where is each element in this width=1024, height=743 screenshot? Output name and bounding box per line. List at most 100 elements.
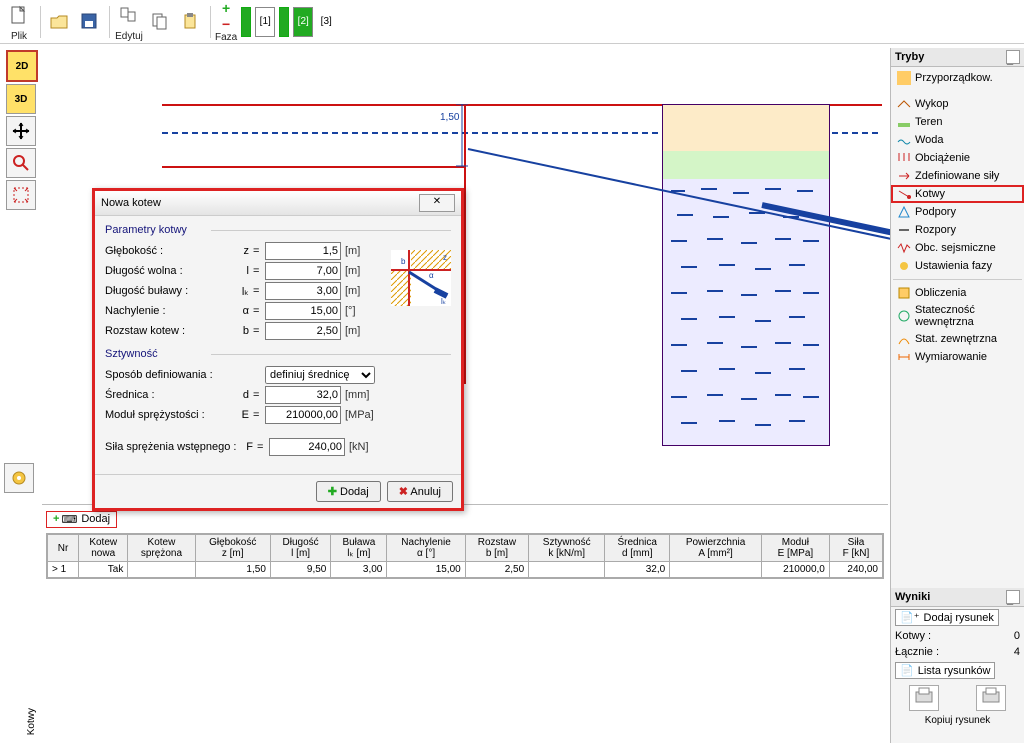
phase-1[interactable]: [1]: [255, 7, 275, 37]
dialog-add-button[interactable]: ✚ Dodaj: [316, 481, 381, 502]
print-button-1[interactable]: [909, 685, 939, 711]
mode-external[interactable]: Stat. zewnętrzna: [891, 330, 1024, 348]
zoom-tool[interactable]: [6, 148, 36, 178]
phase-marker-2: [279, 7, 289, 37]
dialog-cancel-button[interactable]: ✖ Anuluj: [387, 481, 453, 502]
open-button[interactable]: [45, 7, 75, 37]
pre-label: Siła sprężenia wstępnego :: [105, 441, 245, 453]
col-header: PowierzchniaA [mm²]: [670, 535, 762, 562]
mod-input[interactable]: [265, 406, 341, 424]
edit-menu[interactable]: [114, 1, 144, 31]
col-header: Nachylenieα [°]: [387, 535, 465, 562]
view-tools: 2D 3D: [4, 48, 38, 212]
mode-internal[interactable]: Stateczność wewnętrzna: [891, 302, 1024, 330]
col-header: ModułE [MPa]: [761, 535, 829, 562]
fit-tool[interactable]: [6, 180, 36, 210]
bottom-tab-label: Kotwy: [26, 708, 37, 735]
copy-button[interactable]: [146, 7, 176, 37]
edit-label: Edytuj: [115, 31, 143, 42]
copy-drawing-label: Kopiuj rysunek: [891, 715, 1024, 726]
group-stiffness: Sztywność: [105, 348, 451, 360]
mode-excavation[interactable]: Wykop: [891, 95, 1024, 113]
mode-assignment[interactable]: Przyporządkow.: [891, 69, 1024, 87]
add-row-button[interactable]: +⌨ Dodaj: [46, 511, 117, 528]
depth-input[interactable]: [265, 242, 341, 260]
pan-tool[interactable]: [6, 116, 36, 146]
file-menu[interactable]: [4, 1, 34, 31]
spac-label: Rozstaw kotew :: [105, 325, 225, 337]
pre-input[interactable]: [269, 438, 345, 456]
svg-text:α: α: [429, 271, 434, 280]
incl-input[interactable]: [265, 302, 341, 320]
anchor-sketch-icon: z b α lₖ: [391, 250, 451, 306]
col-header: SiłaF [kN]: [829, 535, 882, 562]
col-header: Długośćl [m]: [270, 535, 330, 562]
dia-input[interactable]: [265, 386, 341, 404]
drawing-list-button[interactable]: 📄Lista rysunków: [895, 662, 995, 679]
res-kotwy-label: Kotwy :: [895, 630, 931, 642]
settings-button[interactable]: [4, 463, 34, 493]
mode-dimensioning[interactable]: Wymiarowanie: [891, 348, 1024, 366]
minimize-icon[interactable]: _: [1006, 50, 1020, 64]
col-header: Rozstawb [m]: [465, 535, 528, 562]
depth-label: Głębokość :: [105, 245, 225, 257]
svg-text:lₖ: lₖ: [441, 297, 446, 306]
bulb-label: Długość buławy :: [105, 285, 225, 297]
def-select[interactable]: definiuj średnicę: [265, 366, 375, 384]
anchor-table-panel: +⌨ Dodaj NrKotewnowaKotewsprężonaGłęboko…: [42, 504, 888, 743]
main-toolbar: Plik Edytuj +−Faza [1] [2] [3]: [0, 0, 1024, 44]
spac-input[interactable]: [265, 322, 341, 340]
col-header: Kotewnowa: [79, 535, 128, 562]
col-header: Kotewsprężona: [128, 535, 195, 562]
paste-button[interactable]: [176, 7, 206, 37]
file-label: Plik: [11, 31, 27, 42]
res-total-val: 4: [1014, 646, 1020, 658]
res-kotwy-val: 0: [1014, 630, 1020, 642]
dialog-title: Nowa kotew: [101, 197, 161, 209]
col-header: Nr: [48, 535, 79, 562]
bulb-input[interactable]: [265, 282, 341, 300]
group-params: Parametry kotwy: [105, 224, 451, 236]
dialog-close[interactable]: ✕: [419, 194, 455, 212]
incl-label: Nachylenie :: [105, 305, 225, 317]
view-3d[interactable]: 3D: [6, 84, 36, 114]
mode-struts[interactable]: Rozpory: [891, 221, 1024, 239]
svg-text:z: z: [443, 253, 447, 262]
mode-forces[interactable]: Zdefiniowane siły: [891, 167, 1024, 185]
add-drawing-button[interactable]: 📄⁺Dodaj rysunek: [895, 609, 999, 626]
col-header: Buławalₖ [m]: [331, 535, 387, 562]
mod-label: Moduł sprężystości :: [105, 409, 225, 421]
results-panel: Wyniki _ 📄⁺Dodaj rysunek Kotwy : 0 Łącznie…: [890, 588, 1024, 743]
col-header: Średnicad [mm]: [605, 535, 670, 562]
modes-title: Tryby: [895, 48, 924, 66]
phase-2[interactable]: [2]: [293, 7, 313, 37]
results-title: Wyniki: [895, 588, 930, 606]
phase-marker: [241, 7, 251, 37]
phase-3[interactable]: [3]: [317, 8, 335, 36]
mode-supports[interactable]: Podpory: [891, 203, 1024, 221]
free-input[interactable]: [265, 262, 341, 280]
mode-seismic[interactable]: Obc. sejsmiczne: [891, 239, 1024, 257]
new-anchor-dialog: Nowa kotew ✕ Parametry kotwy Głębokość : z…: [92, 188, 464, 511]
save-button[interactable]: [75, 7, 105, 37]
mode-anchors[interactable]: Kotwy: [891, 185, 1024, 203]
col-header: Sztywnośćk [kN/m]: [529, 535, 605, 562]
print-button-2[interactable]: [976, 685, 1006, 711]
dia-label: Średnica :: [105, 389, 225, 401]
mode-calc[interactable]: Obliczenia: [891, 284, 1024, 302]
phase-label: Faza: [215, 32, 237, 43]
anchors-table: NrKotewnowaKotewsprężonaGłębokośćz [m]Dł…: [47, 534, 883, 578]
modes-panel: Tryby _ Przyporządkow. Wykop Teren Woda O…: [890, 48, 1024, 588]
mode-phase-settings[interactable]: Ustawienia fazy: [891, 257, 1024, 275]
mode-terrain[interactable]: Teren: [891, 113, 1024, 131]
res-total-label: Łącznie :: [895, 646, 939, 658]
mode-load[interactable]: Obciążenie: [891, 149, 1024, 167]
def-label: Sposób definiowania :: [105, 369, 225, 381]
minimize-results-icon[interactable]: _: [1006, 590, 1020, 604]
table-row[interactable]: > 1Tak1,509,503,0015,002,5032,0210000,02…: [48, 562, 883, 578]
view-2d[interactable]: 2D: [6, 50, 38, 82]
svg-text:b: b: [401, 257, 406, 266]
free-label: Długość wolna :: [105, 265, 225, 277]
mode-water[interactable]: Woda: [891, 131, 1024, 149]
col-header: Głębokośćz [m]: [195, 535, 270, 562]
